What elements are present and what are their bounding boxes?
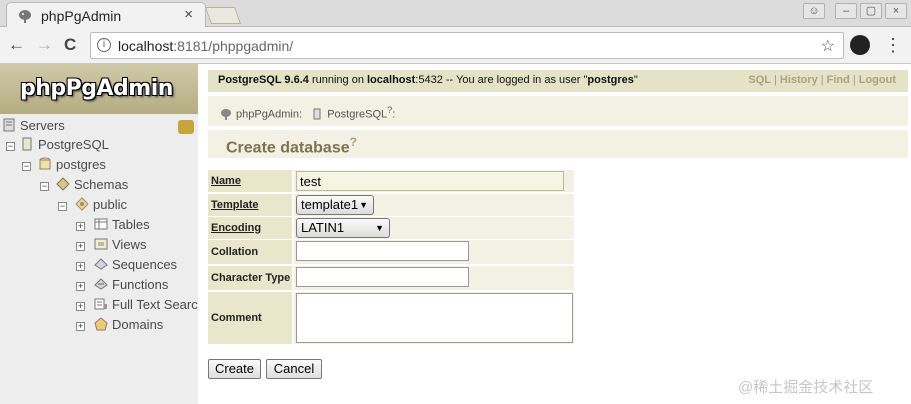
profile-icon[interactable]: ☺: [803, 3, 825, 19]
domains-icon: [94, 317, 108, 331]
extension-icon[interactable]: [850, 35, 870, 55]
tree-item-servers[interactable]: Servers: [2, 118, 65, 136]
tree-item-postgresql[interactable]: PostgreSQL: [20, 137, 109, 155]
url-text[interactable]: localhost:8181/phppgadmin/: [118, 38, 293, 54]
tree-item-postgres[interactable]: postgres: [38, 157, 106, 175]
functions-icon: [94, 278, 108, 290]
encoding-select[interactable]: LATIN1 ▼: [296, 218, 390, 238]
fulltext-icon: [94, 298, 107, 310]
name-label: Name: [208, 170, 292, 192]
elephant-icon: [19, 10, 31, 23]
tab-title: phpPgAdmin: [41, 8, 122, 24]
browser-tab[interactable]: phpPgAdmin ×: [6, 2, 206, 28]
new-tab-button[interactable]: [204, 7, 242, 24]
collapse-icon[interactable]: −: [40, 182, 49, 191]
tree-item-functions[interactable]: Functions: [94, 277, 168, 295]
form-row-collation: Collation: [208, 240, 574, 264]
schemas-icon: [56, 177, 70, 191]
tree-item-domains[interactable]: Domains: [94, 317, 163, 335]
tree-item-sequences[interactable]: Sequences: [94, 257, 177, 275]
close-tab-icon[interactable]: ×: [184, 6, 193, 23]
database-icon: [39, 157, 51, 170]
forward-icon[interactable]: →: [36, 35, 53, 55]
maximize-icon[interactable]: ▢: [860, 3, 882, 19]
breadcrumb-phppgadmin[interactable]: phpPgAdmin:: [236, 109, 302, 121]
elephant-icon: [221, 108, 231, 120]
sequences-icon: [94, 258, 108, 270]
link-sql[interactable]: SQL: [748, 74, 771, 86]
breadcrumb-postgresql[interactable]: PostgreSQL: [327, 109, 387, 121]
collapse-icon[interactable]: −: [6, 142, 15, 151]
browser-toolbar: ← → C i localhost:8181/phppgadmin/ ☆ ⋮: [0, 27, 911, 64]
browser-menu-icon[interactable]: ⋮: [884, 35, 902, 55]
tree-item-public[interactable]: public: [75, 197, 127, 215]
top-bar: PostgreSQL 9.6.4 running on localhost:54…: [208, 70, 908, 92]
breadcrumb: phpPgAdmin: PostgreSQL?:: [208, 96, 908, 126]
form-row-comment: Comment: [208, 292, 574, 344]
link-find[interactable]: Find: [827, 74, 850, 86]
link-logout[interactable]: Logout: [859, 74, 896, 86]
form-row-template: Template template1 ▼: [208, 194, 574, 216]
tables-icon: [94, 218, 108, 230]
collapse-icon[interactable]: −: [58, 202, 67, 211]
browser-tree-panel: phpPgAdmin Servers − PostgreSQL − postgr…: [0, 64, 198, 404]
page-title: Create database?: [226, 135, 357, 157]
form-row-encoding: Encoding LATIN1 ▼: [208, 217, 574, 239]
name-input[interactable]: [296, 171, 564, 191]
main-content: PostgreSQL 9.6.4 running on localhost:54…: [198, 64, 911, 404]
tree-item-full-text-search[interactable]: Full Text Searc: [94, 297, 198, 315]
expand-icon[interactable]: +: [76, 282, 85, 291]
template-select[interactable]: template1 ▼: [296, 195, 374, 215]
tree-item-schemas[interactable]: Schemas: [56, 177, 128, 195]
character-type-input[interactable]: [296, 267, 469, 287]
link-separator: |: [774, 74, 777, 86]
schema-icon: [75, 197, 89, 211]
chevron-down-icon: ▼: [375, 223, 384, 233]
link-separator: |: [852, 74, 856, 86]
link-history[interactable]: History: [780, 74, 818, 86]
bookmark-star-icon[interactable]: ☆: [821, 36, 835, 56]
title-bar: Create database?: [208, 130, 908, 158]
refresh-icon[interactable]: [178, 120, 194, 134]
close-window-icon[interactable]: ×: [885, 3, 907, 19]
top-links: SQL | History | Find | Logout: [748, 74, 896, 86]
collation-input[interactable]: [296, 241, 469, 261]
form-row-name: Name: [208, 170, 574, 192]
logo[interactable]: phpPgAdmin: [0, 64, 198, 114]
reload-icon[interactable]: C: [64, 35, 76, 55]
create-button[interactable]: Create: [208, 359, 261, 379]
address-bar[interactable]: i localhost:8181/phppgadmin/ ☆: [90, 32, 844, 59]
expand-icon[interactable]: +: [76, 302, 85, 311]
link-separator: |: [820, 74, 824, 86]
comment-textarea[interactable]: [296, 293, 573, 343]
chevron-down-icon: ▼: [359, 200, 368, 210]
expand-icon[interactable]: +: [76, 322, 85, 331]
connection-info: PostgreSQL 9.6.4 running on localhost:54…: [218, 74, 638, 86]
character-type-label: Character Type: [208, 266, 292, 290]
comment-label: Comment: [208, 292, 292, 344]
encoding-label: Encoding: [208, 217, 292, 239]
logo-text: phpPgAdmin: [20, 76, 173, 101]
tree-item-tables[interactable]: Tables: [94, 217, 150, 235]
servers-icon: [3, 118, 15, 132]
expand-icon[interactable]: +: [76, 222, 85, 231]
collation-label: Collation: [208, 240, 292, 264]
watermark: @稀土掘金技术社区: [738, 379, 874, 396]
expand-icon[interactable]: +: [76, 242, 85, 251]
browser-tabstrip: phpPgAdmin × ☺ – ▢ ×: [0, 0, 911, 28]
form-row-character-type: Character Type: [208, 266, 574, 290]
views-icon: [94, 238, 108, 250]
tree-item-views[interactable]: Views: [94, 237, 146, 255]
template-label: Template: [208, 194, 292, 216]
collapse-icon[interactable]: −: [22, 162, 31, 171]
cancel-button[interactable]: Cancel: [266, 359, 322, 379]
expand-icon[interactable]: +: [76, 262, 85, 271]
minimize-icon[interactable]: –: [835, 3, 857, 19]
back-icon[interactable]: ←: [8, 35, 25, 55]
server-icon: [313, 108, 321, 120]
server-icon: [22, 137, 32, 151]
help-icon[interactable]: ?: [350, 135, 357, 149]
info-icon[interactable]: i: [97, 38, 111, 52]
